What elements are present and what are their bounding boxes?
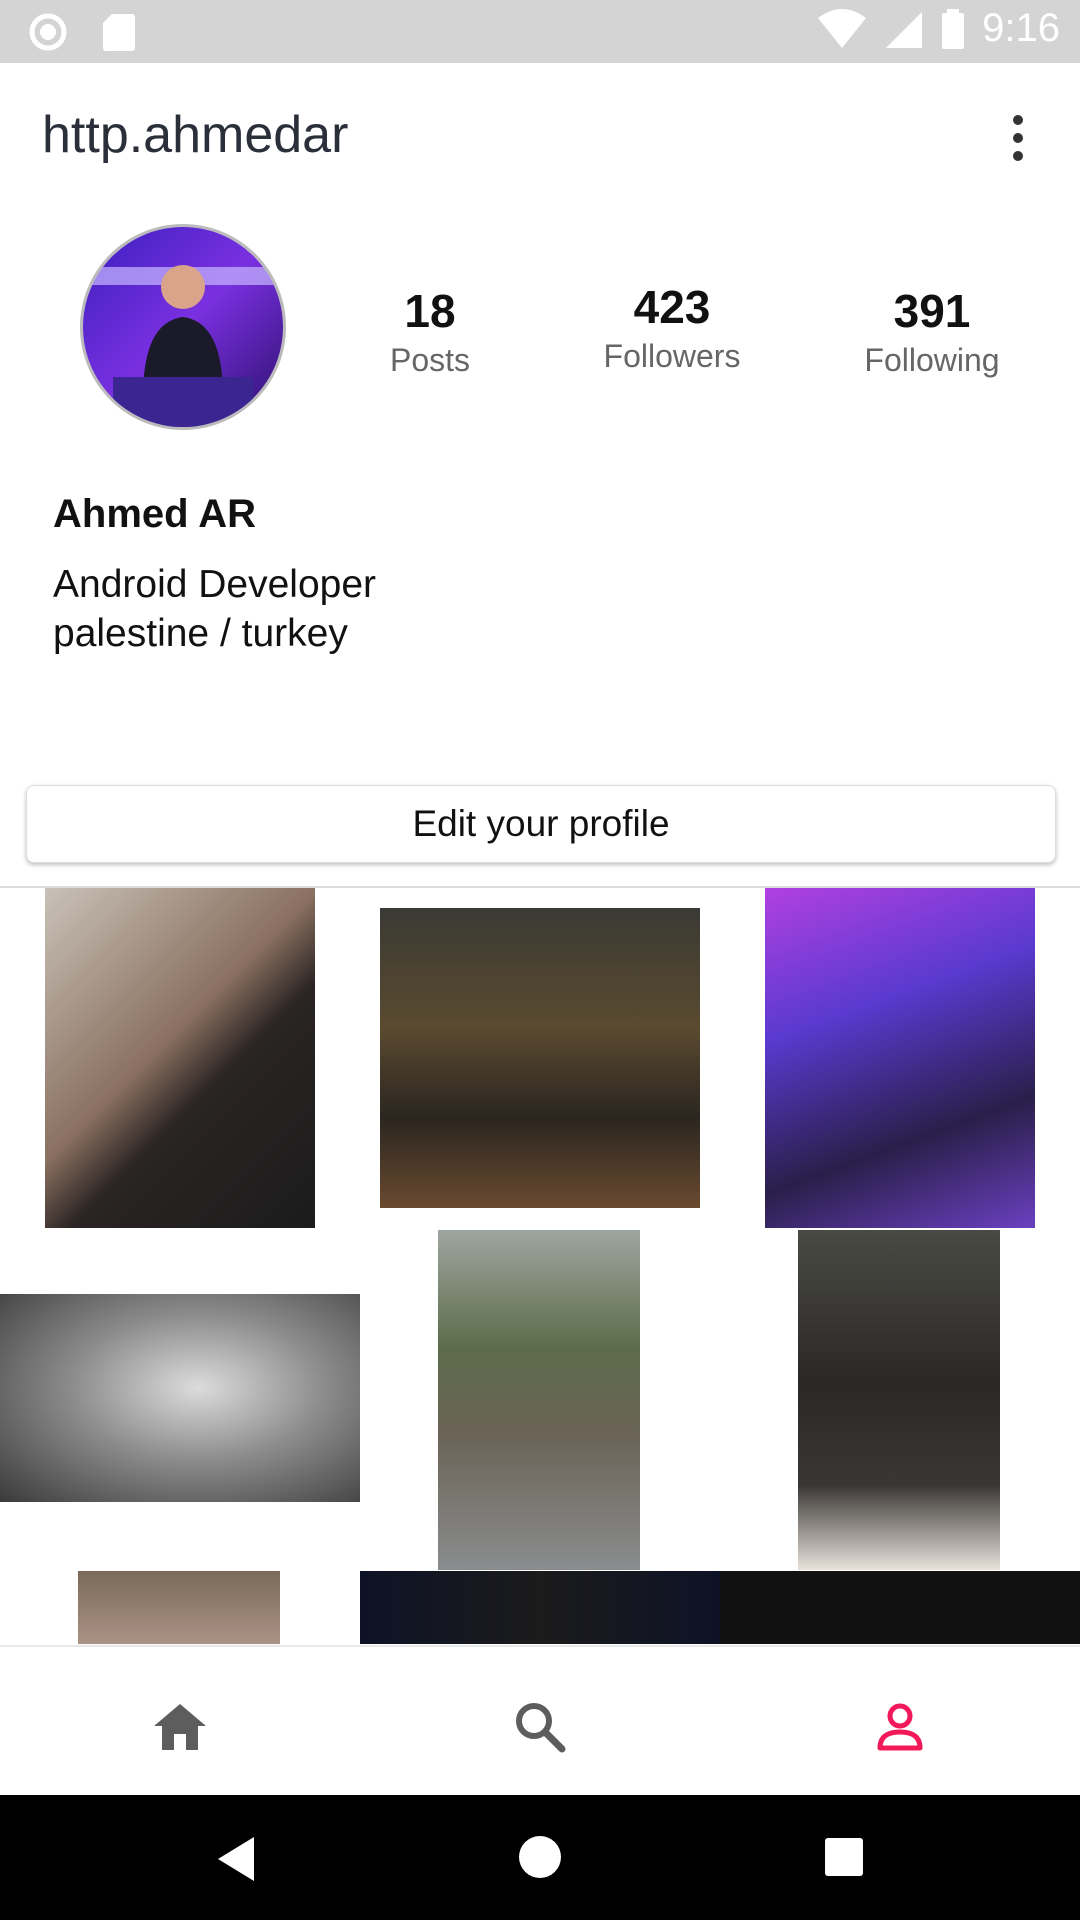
nav-search[interactable] [500, 1687, 580, 1767]
photo-thumbnail[interactable] [380, 908, 700, 1208]
status-time: 9:16 [982, 6, 1060, 50]
stat-posts[interactable]: 18 Posts [380, 288, 480, 379]
followers-count: 423 [633, 281, 711, 333]
followers-label: Followers [603, 338, 741, 374]
posts-count: 18 [404, 285, 456, 337]
search-icon [516, 1703, 566, 1753]
signal-icon [886, 11, 923, 48]
username-title: http.ahmedar [42, 106, 349, 164]
home-circle-icon[interactable] [518, 1835, 562, 1879]
profile-avatar[interactable] [80, 224, 286, 430]
stat-following[interactable]: 391 Following [852, 288, 1012, 379]
more-vert-icon[interactable] [1008, 113, 1028, 163]
bio-line-1: Android Developer [53, 563, 377, 606]
stat-followers[interactable]: 423 Followers [592, 284, 752, 375]
app-header: http.ahmedar [0, 63, 1080, 213]
photo-thumbnail[interactable] [720, 1571, 1080, 1644]
photo-grid [0, 888, 1080, 1644]
bio-line-2: palestine / turkey [53, 612, 348, 655]
sd-card-icon [103, 14, 135, 51]
system-navigation-bar [0, 1795, 1080, 1920]
photo-thumbnail[interactable] [78, 1571, 280, 1644]
recents-icon[interactable] [824, 1837, 864, 1877]
edit-profile-button[interactable]: Edit your profile [26, 785, 1056, 863]
photo-thumbnail[interactable] [765, 888, 1035, 1228]
photo-thumbnail[interactable] [45, 888, 315, 1228]
status-bar: 9:16 [0, 0, 1080, 63]
photo-thumbnail[interactable] [360, 1571, 720, 1644]
profile-name: Ahmed AR [53, 492, 256, 536]
back-icon[interactable] [214, 1835, 258, 1883]
photo-thumbnail[interactable] [438, 1230, 640, 1570]
nav-home[interactable] [140, 1687, 220, 1767]
profile-bio: Android Developer palestine / turkey [53, 560, 376, 658]
profile-icon [877, 1703, 923, 1751]
avatar-image [83, 227, 283, 427]
wifi-icon [818, 8, 867, 48]
following-label: Following [864, 342, 1000, 378]
photo-thumbnail[interactable] [0, 1294, 360, 1502]
battery-icon [942, 8, 965, 49]
record-icon [29, 13, 67, 51]
following-count: 391 [893, 285, 971, 337]
posts-label: Posts [389, 342, 471, 378]
bottom-navigation [0, 1645, 1080, 1795]
photo-thumbnail[interactable] [798, 1230, 1000, 1570]
nav-profile[interactable] [860, 1687, 940, 1767]
home-icon [154, 1704, 206, 1750]
